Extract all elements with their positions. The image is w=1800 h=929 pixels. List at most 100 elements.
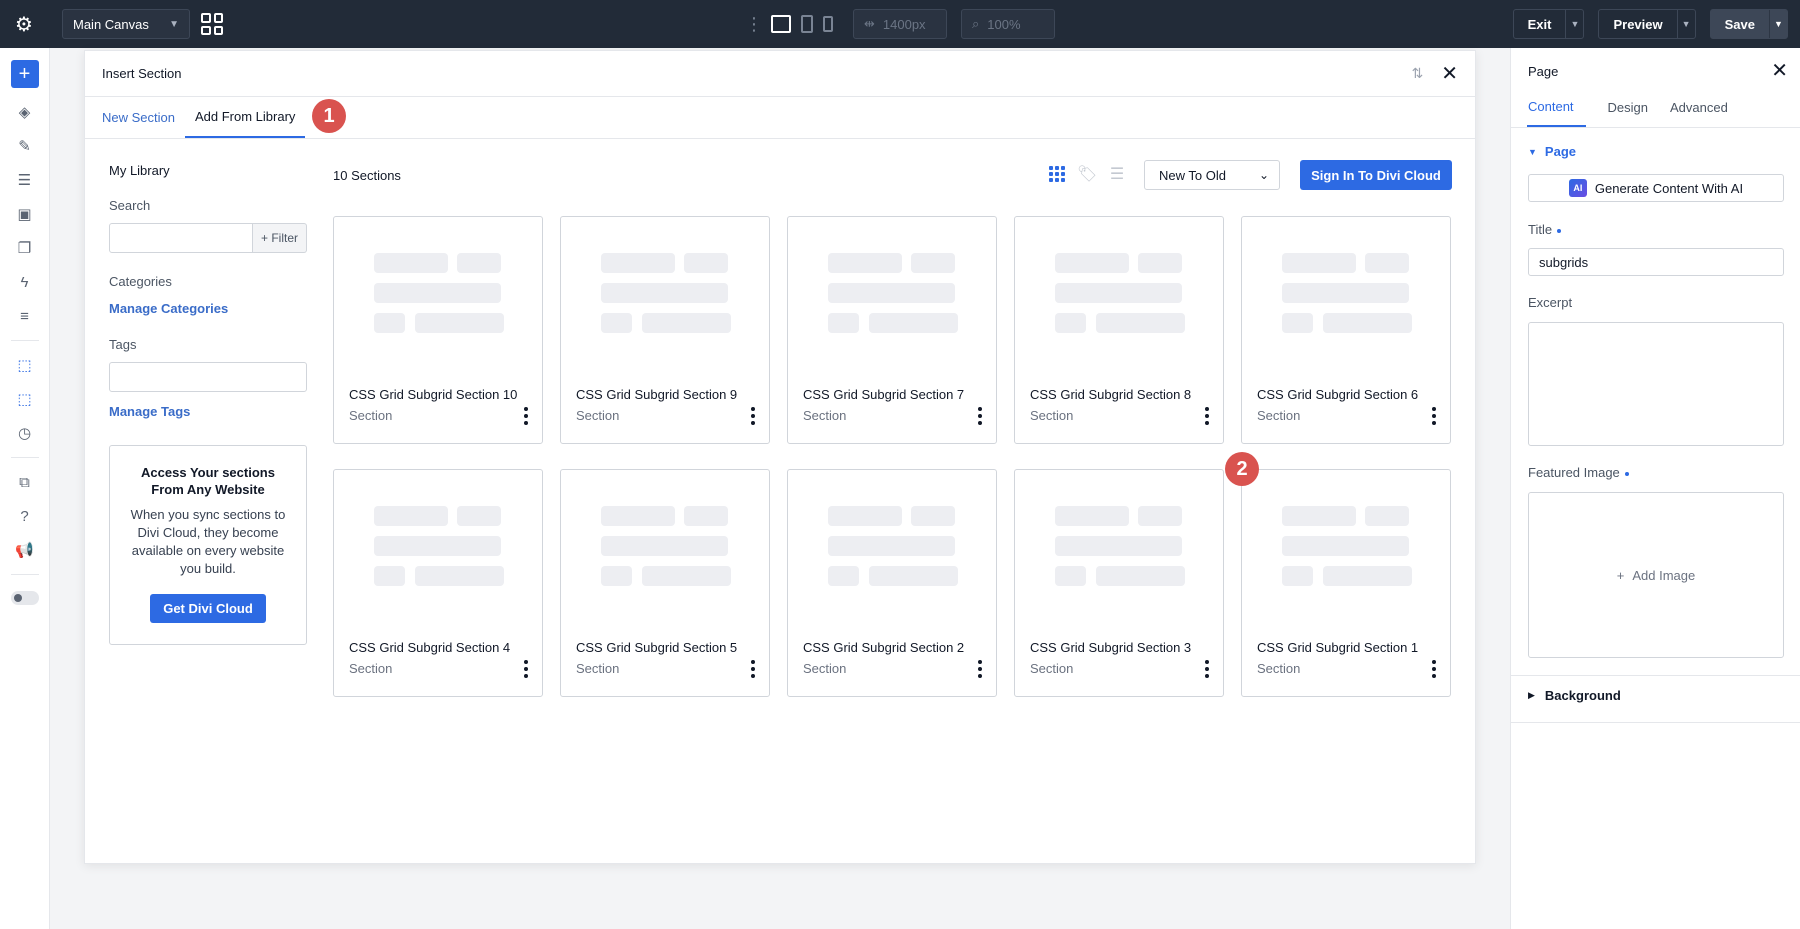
preview-placeholder: [601, 506, 675, 526]
more-vertical-icon[interactable]: [1432, 660, 1436, 678]
select-icon[interactable]: ⬚: [15, 355, 35, 375]
preview-placeholder: [684, 253, 728, 273]
chevron-down-icon[interactable]: ▼: [1769, 10, 1787, 38]
width-field[interactable]: ⇹ 1400px: [853, 9, 947, 39]
variables-icon[interactable]: ▣: [15, 204, 35, 224]
theme-builder-icon[interactable]: ✎: [15, 136, 35, 156]
zoom-value: 100%: [987, 16, 1021, 32]
phone-view-icon[interactable]: [823, 16, 833, 32]
list-view-icon[interactable]: ☰: [1107, 164, 1127, 184]
close-icon[interactable]: ✕: [1441, 61, 1458, 86]
filter-button[interactable]: + Filter: [253, 223, 307, 253]
get-divi-cloud-button[interactable]: Get Divi Cloud: [150, 594, 266, 623]
section-card[interactable]: CSS Grid Subgrid Section 3 Section: [1014, 469, 1224, 697]
section-card[interactable]: CSS Grid Subgrid Section 7 Section: [787, 216, 997, 444]
more-vertical-icon[interactable]: [524, 407, 528, 425]
manage-tags-link[interactable]: Manage Tags: [109, 404, 307, 419]
more-vertical-icon[interactable]: [1432, 407, 1436, 425]
more-vertical-icon[interactable]: [751, 660, 755, 678]
sort-icon[interactable]: ⇅: [1412, 65, 1424, 82]
preview-placeholder: [828, 313, 859, 333]
preview-placeholder: [1055, 283, 1182, 303]
preview-placeholder: [1282, 536, 1409, 556]
view-controls: ⋮ ⇹ 1400px ⌕ 100%: [745, 9, 1055, 39]
card-title: CSS Grid Subgrid Section 8: [1030, 387, 1192, 402]
preview-placeholder: [1282, 506, 1356, 526]
layers-icon[interactable]: ◈: [15, 102, 35, 122]
lightning-icon[interactable]: ϟ: [15, 272, 35, 292]
tab-new-section[interactable]: New Section: [102, 110, 175, 138]
help-icon[interactable]: ?: [15, 506, 35, 526]
section-card[interactable]: CSS Grid Subgrid Section 1 Section: [1241, 469, 1451, 697]
tag-view-icon[interactable]: 🏷: [1077, 164, 1097, 184]
card-title: CSS Grid Subgrid Section 5: [576, 640, 738, 655]
preview-placeholder: [1096, 566, 1185, 586]
preview-placeholder: [1055, 506, 1129, 526]
list-icon[interactable]: ≡: [15, 306, 35, 326]
section-card[interactable]: CSS Grid Subgrid Section 8 Section: [1014, 216, 1224, 444]
search-input[interactable]: [109, 223, 253, 253]
card-title: CSS Grid Subgrid Section 6: [1257, 387, 1419, 402]
tab-advanced[interactable]: Advanced: [1670, 100, 1728, 127]
preview-placeholder: [828, 566, 859, 586]
preview-placeholder: [869, 566, 958, 586]
more-vertical-icon[interactable]: [1205, 407, 1209, 425]
section-card[interactable]: CSS Grid Subgrid Section 5 Section: [560, 469, 770, 697]
multi-select-icon[interactable]: ⬚: [15, 389, 35, 409]
pages-icon[interactable]: ❐: [15, 238, 35, 258]
tab-design[interactable]: Design: [1608, 100, 1648, 127]
database-icon[interactable]: ☰: [15, 170, 35, 190]
tags-input[interactable]: [109, 362, 307, 392]
sort-select[interactable]: New To Old ⌄: [1144, 160, 1280, 190]
exit-label: Exit: [1527, 16, 1552, 32]
excerpt-textarea[interactable]: [1528, 322, 1784, 446]
more-vertical-icon[interactable]: [1205, 660, 1209, 678]
page-group-toggle[interactable]: ▼ Page: [1528, 144, 1576, 159]
more-vertical-icon[interactable]: [524, 660, 528, 678]
title-input[interactable]: subgrids: [1528, 248, 1784, 276]
close-icon[interactable]: ✕: [1771, 58, 1788, 83]
desktop-view-icon[interactable]: [771, 15, 791, 33]
preview-button[interactable]: Preview ▼: [1598, 9, 1696, 39]
section-card[interactable]: CSS Grid Subgrid Section 4 Section: [333, 469, 543, 697]
excerpt-label: Excerpt: [1528, 295, 1573, 310]
generate-ai-button[interactable]: AI Generate Content With AI: [1528, 174, 1784, 202]
section-card[interactable]: CSS Grid Subgrid Section 6 Section: [1241, 216, 1451, 444]
generate-ai-label: Generate Content With AI: [1594, 180, 1744, 196]
history-icon[interactable]: ◷: [15, 423, 35, 443]
mode-toggle[interactable]: [10, 591, 39, 605]
canvas-select[interactable]: Main Canvas ▼: [62, 9, 190, 39]
tablet-view-icon[interactable]: [801, 15, 813, 33]
add-image-area[interactable]: + Add Image: [1528, 492, 1784, 658]
tab-content[interactable]: Content: [1527, 99, 1586, 127]
action-buttons: Exit ▼ Preview ▼ Save ▼: [1512, 9, 1788, 39]
section-card[interactable]: CSS Grid Subgrid Section 9 Section: [560, 216, 770, 444]
top-toolbar: ⚙ Main Canvas ▼ ⋮ ⇹ 1400px ⌕ 100% Exit ▼…: [0, 0, 1800, 48]
grid-view-icon[interactable]: [1047, 164, 1067, 184]
more-vertical-icon[interactable]: [751, 407, 755, 425]
more-vertical-icon[interactable]: [978, 407, 982, 425]
card-title: CSS Grid Subgrid Section 3: [1030, 640, 1192, 655]
chevron-down-icon[interactable]: ▼: [1565, 10, 1583, 38]
library-sidebar: My Library Search + Filter Categories Ma…: [109, 163, 307, 645]
chevron-down-icon[interactable]: ▼: [1676, 10, 1695, 38]
zoom-field[interactable]: ⌕ 100%: [961, 9, 1055, 39]
more-vertical-icon[interactable]: ⋮: [745, 14, 763, 35]
megaphone-icon[interactable]: 📢: [15, 540, 35, 560]
section-card[interactable]: CSS Grid Subgrid Section 2 Section: [787, 469, 997, 697]
exit-button[interactable]: Exit ▼: [1512, 9, 1585, 39]
preview-placeholder: [1138, 506, 1182, 526]
portability-icon[interactable]: ⧉: [15, 472, 35, 492]
tab-add-from-library[interactable]: Add From Library: [184, 109, 306, 138]
add-icon[interactable]: +: [10, 60, 39, 88]
save-button[interactable]: Save ▼: [1709, 9, 1788, 39]
manage-categories-link[interactable]: Manage Categories: [109, 301, 307, 316]
sort-value: New To Old: [1159, 167, 1226, 183]
sign-in-divi-cloud-button[interactable]: Sign In To Divi Cloud: [1300, 160, 1452, 190]
background-group-toggle[interactable]: ▶ Background: [1528, 688, 1621, 703]
canvas-grid-icon[interactable]: [201, 13, 223, 35]
section-card[interactable]: CSS Grid Subgrid Section 10 Section: [333, 216, 543, 444]
more-vertical-icon[interactable]: [978, 660, 982, 678]
preview-placeholder: [911, 253, 955, 273]
gear-icon[interactable]: ⚙: [0, 0, 48, 48]
